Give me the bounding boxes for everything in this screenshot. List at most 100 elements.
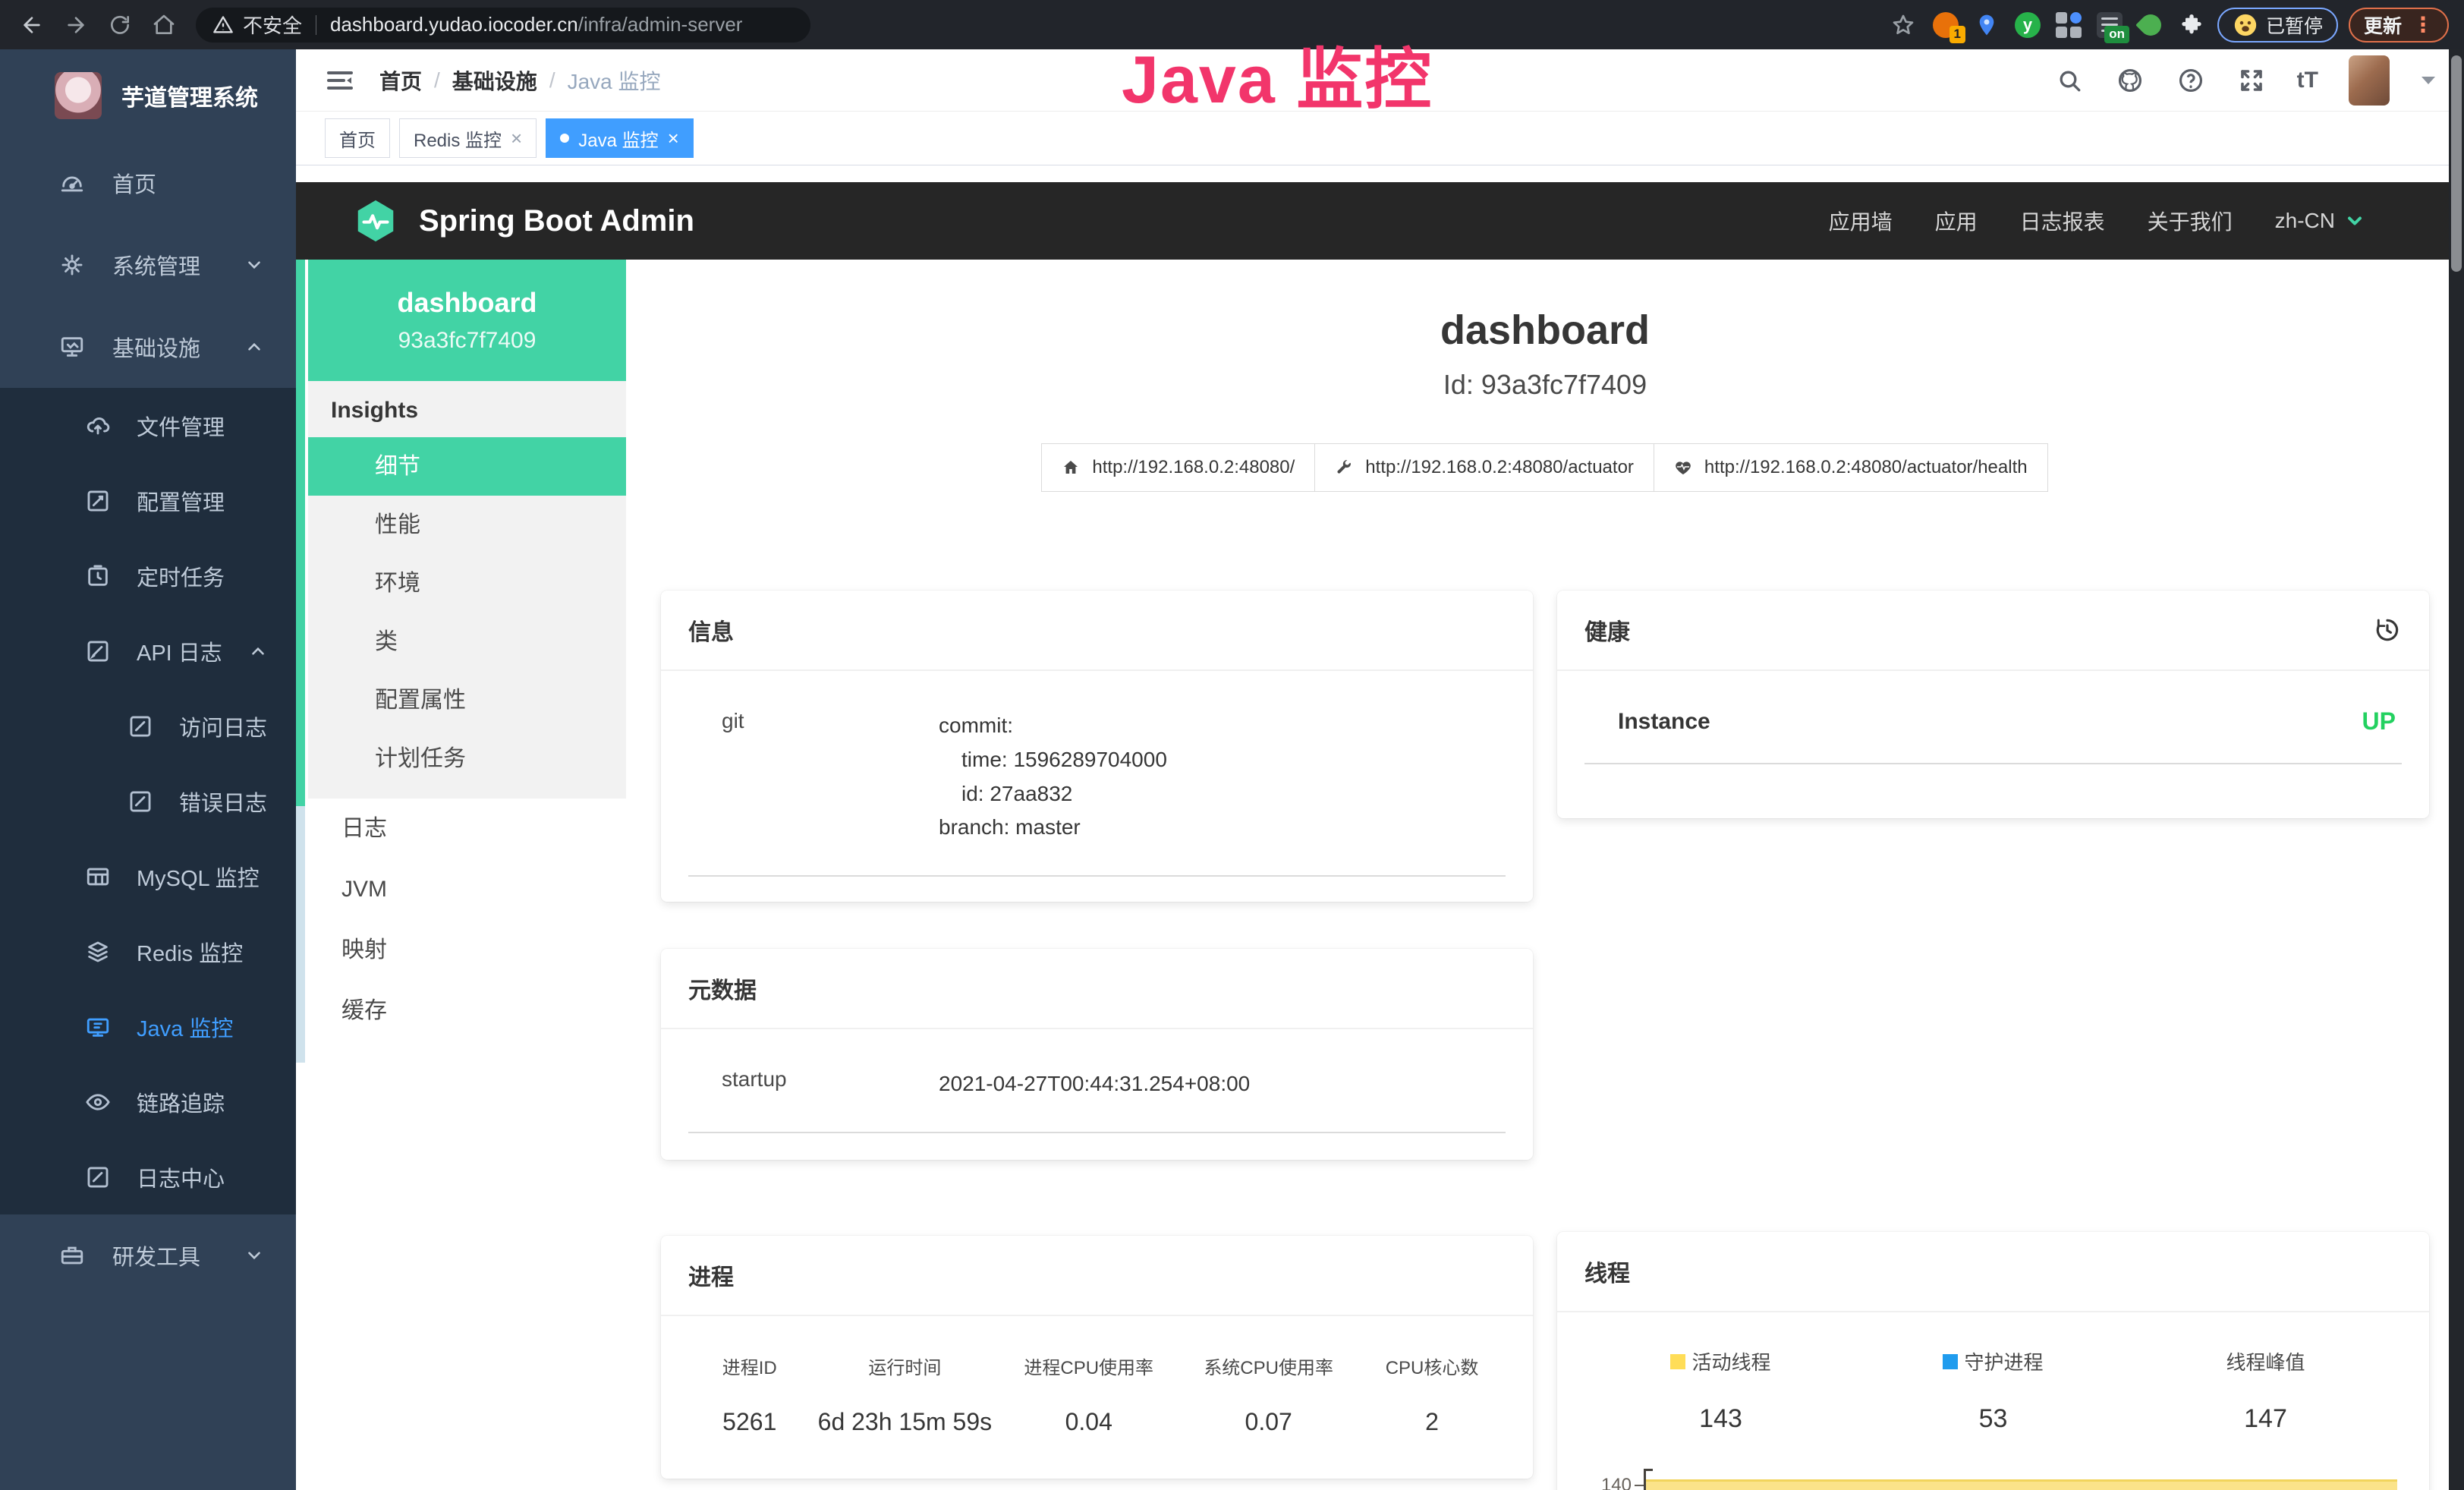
sidebar-item-devtools[interactable]: 研发工具	[0, 1214, 296, 1296]
sba-menu-details[interactable]: 细节	[308, 437, 626, 496]
extension-switch-icon[interactable]: on	[2094, 10, 2125, 40]
tag-redis-monitor[interactable]: Redis 监控 ×	[399, 118, 537, 158]
sidebar-item-label: 日志中心	[137, 1161, 225, 1193]
sidebar-item-java-monitor[interactable]: Java 监控	[0, 989, 296, 1064]
cloud-upload-icon	[85, 413, 111, 439]
bookmark-star-icon[interactable]	[1887, 8, 1920, 42]
health-url-button[interactable]: http://192.168.0.2:48080/actuator/health	[1654, 443, 2048, 492]
security-label[interactable]: 不安全	[243, 11, 302, 39]
health-url: http://192.168.0.2:48080/actuator/health	[1704, 457, 2028, 478]
threads-chart-y-axis: 140 120 100	[1584, 1469, 1644, 1490]
extension-badge: 1	[1949, 26, 1965, 43]
sba-menu-config-props[interactable]: 配置属性	[308, 671, 626, 729]
scrollbar-thumb[interactable]	[2451, 55, 2462, 272]
sidebar-item-system[interactable]: 系统管理	[0, 224, 296, 306]
process-col-system-cpu: 系统CPU使用率 0.07	[1179, 1353, 1358, 1436]
tag-java-monitor[interactable]: Java 监控 ×	[546, 118, 694, 158]
sba-nav-wallboard[interactable]: 应用墙	[1829, 206, 1893, 236]
sba-instance-header[interactable]: dashboard 93a3fc7f7409	[308, 260, 626, 381]
sidebar-item-label: API 日志	[137, 635, 222, 667]
actuator-url: http://192.168.0.2:48080/actuator	[1365, 457, 1634, 478]
actuator-url-button[interactable]: http://192.168.0.2:48080/actuator	[1314, 443, 1654, 492]
briefcase-icon	[59, 1243, 85, 1268]
url-text[interactable]: dashboard.yudao.iocoder.cn/infra/admin-s…	[330, 13, 742, 36]
sba-menu-caches[interactable]: 缓存	[308, 981, 626, 1041]
back-icon[interactable]	[15, 8, 49, 42]
text-size-icon[interactable]: tT	[2297, 68, 2318, 93]
threads-chart-area-live	[1646, 1479, 2397, 1490]
history-icon[interactable]	[2373, 616, 2402, 644]
metadata-card-title: 元数据	[688, 972, 757, 1005]
search-icon[interactable]	[2054, 65, 2085, 96]
sidebar-item-label: Java 监控	[137, 1011, 233, 1043]
sba-brand-title: Spring Boot Admin	[419, 204, 694, 238]
window-scrollbar[interactable]	[2449, 49, 2464, 1490]
extensions-puzzle-icon[interactable]	[2176, 10, 2207, 40]
tag-close-icon[interactable]: ×	[511, 128, 522, 148]
fullscreen-icon[interactable]	[2236, 65, 2267, 96]
profile-paused-chip[interactable]: 已暂停	[2217, 8, 2338, 43]
sidebar-item-log-center[interactable]: 日志中心	[0, 1139, 296, 1214]
tag-home[interactable]: 首页	[325, 118, 390, 158]
app-logo-row[interactable]: 芋道管理系统	[0, 49, 296, 142]
sba-menu-mappings[interactable]: 映射	[308, 920, 626, 981]
service-url: http://192.168.0.2:48080/	[1092, 457, 1295, 478]
sba-navbar: Spring Boot Admin 应用墙 应用 日志报表 关于我们 zh-CN	[296, 182, 2464, 260]
legend-swatch-yellow	[1670, 1354, 1685, 1369]
avatar-caret-icon[interactable]	[2422, 77, 2435, 84]
app-logo	[55, 72, 102, 119]
instance-id-line: Id: 93a3fc7f7409	[661, 369, 2429, 401]
sidebar-item-mysql-monitor[interactable]: MySQL 监控	[0, 839, 296, 914]
sidebar-item-error-logs[interactable]: 错误日志	[0, 764, 296, 839]
extension-grid-icon[interactable]	[2053, 10, 2084, 40]
threads-chart: 140 120 100	[1584, 1469, 2402, 1490]
extension-pin-icon[interactable]	[1972, 10, 2002, 40]
sba-nav-about[interactable]: 关于我们	[2148, 206, 2233, 236]
sba-nav-applications[interactable]: 应用	[1935, 206, 1978, 236]
service-url-button[interactable]: http://192.168.0.2:48080/	[1041, 443, 1315, 492]
chevron-up-icon	[244, 337, 264, 357]
sidebar-item-api-logs[interactable]: API 日志	[0, 613, 296, 688]
monitor-icon	[85, 1014, 111, 1040]
extension-leaf-icon[interactable]	[2135, 10, 2166, 40]
sba-menu-environment[interactable]: 环境	[308, 554, 626, 613]
legend-peak-threads: 线程峰值 147	[2129, 1347, 2402, 1434]
chevron-down-icon	[2344, 210, 2365, 232]
extension-colorzilla-icon[interactable]: 1	[1931, 10, 1961, 40]
sidebar-item-config-manage[interactable]: 配置管理	[0, 463, 296, 538]
forward-icon[interactable]	[59, 8, 93, 42]
browser-menu-icon[interactable]: ⋮	[2412, 12, 2434, 37]
breadcrumb-section[interactable]: 基础设施	[452, 65, 537, 96]
security-warning-icon[interactable]	[212, 14, 234, 36]
sba-language-select[interactable]: zh-CN	[2275, 209, 2365, 233]
help-icon[interactable]	[2176, 65, 2206, 96]
legend-swatch-blue	[1943, 1354, 1958, 1369]
user-avatar[interactable]	[2349, 55, 2390, 106]
sba-menu-jvm[interactable]: JVM	[308, 859, 626, 920]
health-card-title: 健康	[1584, 613, 1630, 647]
hamburger-icon[interactable]	[325, 65, 355, 96]
sidebar-item-redis-monitor[interactable]: Redis 监控	[0, 914, 296, 989]
tag-close-icon[interactable]: ×	[668, 128, 679, 148]
breadcrumb-home[interactable]: 首页	[379, 65, 422, 96]
sba-menu-metrics[interactable]: 性能	[308, 496, 626, 554]
sba-menu-scheduled-tasks[interactable]: 计划任务	[308, 729, 626, 788]
sba-nav-journal[interactable]: 日志报表	[2020, 206, 2105, 236]
home-icon[interactable]	[147, 8, 181, 42]
breadcrumb: 首页 / 基础设施 / Java 监控	[379, 65, 661, 96]
browser-update-button[interactable]: 更新 ⋮	[2349, 8, 2449, 43]
sba-brand[interactable]: Spring Boot Admin	[352, 197, 694, 244]
sidebar-item-infra[interactable]: 基础设施	[0, 306, 296, 388]
sba-menu-logs[interactable]: 日志	[308, 799, 626, 859]
extension-y-icon[interactable]: y	[2012, 10, 2043, 40]
sba-menu-classes[interactable]: 类	[308, 613, 626, 671]
sidebar-item-scheduled-jobs[interactable]: 定时任务	[0, 538, 296, 613]
sidebar-item-trace[interactable]: 链路追踪	[0, 1064, 296, 1139]
sidebar-item-access-logs[interactable]: 访问日志	[0, 688, 296, 764]
sidebar-item-home[interactable]: 首页	[0, 142, 296, 224]
process-col-cpu-cores: CPU核心数 2	[1358, 1353, 1506, 1436]
reload-icon[interactable]	[103, 8, 137, 42]
address-bar[interactable]: 不安全 dashboard.yudao.iocoder.cn/infra/adm…	[196, 8, 810, 43]
sidebar-item-file-manage[interactable]: 文件管理	[0, 388, 296, 463]
github-icon[interactable]	[2115, 65, 2145, 96]
